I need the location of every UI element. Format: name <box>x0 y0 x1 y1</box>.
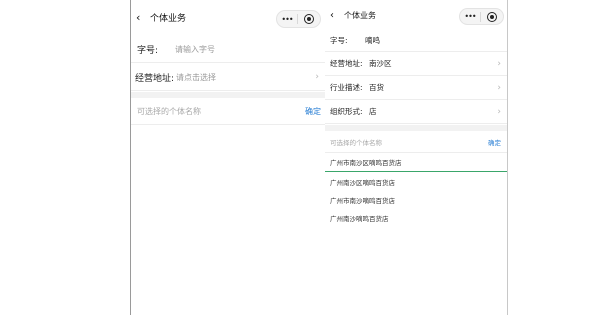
address-picker[interactable]: 请点击选择 <box>176 72 216 83</box>
right-screen: ‹ 个体业务 ••• 字号: 嘀鸣 经营地址: 南沙区 › 行业描述: 百货 ›… <box>325 0 508 315</box>
more-dots-icon[interactable]: ••• <box>460 12 480 21</box>
chevron-right-icon: › <box>497 106 501 117</box>
address-value[interactable]: 南沙区 <box>369 58 392 69</box>
name-list-header: 可选择的个体名称 确定 <box>131 98 325 125</box>
page-title: 个体业务 <box>344 10 376 20</box>
page-title: 个体业务 <box>150 13 187 24</box>
field-row-industry[interactable]: 行业描述: 百货 › <box>325 76 507 100</box>
field-label: 经营地址: <box>330 59 363 68</box>
name-option[interactable]: 广州南沙区嘀鸣百货店 <box>325 172 507 191</box>
field-row-address[interactable]: 经营地址: 请点击选择 › <box>131 64 325 91</box>
more-dots-icon[interactable]: ••• <box>277 15 297 24</box>
field-label: 经营地址: <box>135 73 175 84</box>
nav-bar: ‹ 个体业务 ••• <box>131 0 325 34</box>
industry-value[interactable]: 百货 <box>369 82 384 93</box>
zihao-value[interactable]: 嘀鸣 <box>365 35 380 46</box>
name-list-hint: 可选择的个体名称 <box>330 138 382 147</box>
name-list-hint: 可选择的个体名称 <box>137 106 201 116</box>
field-row-zihao[interactable]: 字号: 嘀鸣 <box>325 30 507 52</box>
name-option[interactable]: 广州南沙嘀鸣百货店 <box>325 208 507 227</box>
field-row-zihao[interactable]: 字号: 请输入字号 <box>131 37 325 63</box>
field-label: 行业描述: <box>330 83 363 92</box>
field-row-address[interactable]: 经营地址: 南沙区 › <box>325 52 507 76</box>
capsule-menu: ••• <box>459 8 504 25</box>
chevron-right-icon: › <box>497 58 501 69</box>
back-icon[interactable]: ‹ <box>131 11 147 24</box>
nav-bar: ‹ 个体业务 ••• <box>325 0 507 30</box>
field-label: 字号: <box>330 36 348 45</box>
field-row-org-form[interactable]: 组织形式: 店 › <box>325 100 507 124</box>
name-option[interactable]: 广州市南沙嘀鸣百货店 <box>325 190 507 209</box>
field-label: 组织形式: <box>330 107 363 116</box>
capsule-menu: ••• <box>276 10 321 28</box>
confirm-button[interactable]: 确定 <box>488 137 501 147</box>
left-screen: ‹ 个体业务 ••• 字号: 请输入字号 经营地址: 请点击选择 › 可选择的个… <box>130 0 325 315</box>
org-form-value[interactable]: 店 <box>369 106 377 117</box>
chevron-right-icon: › <box>315 72 319 82</box>
confirm-button[interactable]: 确定 <box>305 106 321 117</box>
zihao-input[interactable]: 请输入字号 <box>175 44 215 55</box>
target-icon[interactable] <box>298 14 320 24</box>
target-icon[interactable] <box>481 11 503 22</box>
back-icon[interactable]: ‹ <box>325 10 341 21</box>
name-option[interactable]: 广州市南沙区嘀鸣百货店 <box>325 153 507 172</box>
name-list-header: 可选择的个体名称 确定 <box>325 131 507 153</box>
chevron-right-icon: › <box>497 82 501 93</box>
field-label: 字号: <box>137 46 159 56</box>
